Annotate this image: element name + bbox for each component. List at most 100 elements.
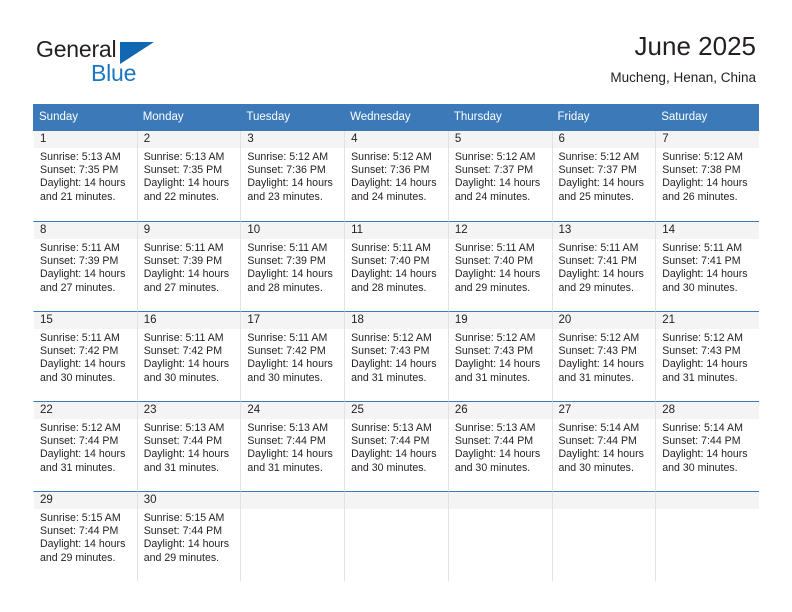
day-cell[interactable]: 21 Sunrise: 5:12 AM Sunset: 7:43 PM Dayl… [655, 311, 759, 401]
day-cell[interactable]: 27 Sunrise: 5:14 AM Sunset: 7:44 PM Dayl… [551, 401, 656, 491]
daylight-text-line2: and 29 minutes. [558, 281, 634, 294]
sunset-text: Sunset: 7:43 PM [662, 345, 741, 358]
calendar-week-row: 29 Sunrise: 5:15 AM Sunset: 7:44 PM Dayl… [33, 491, 759, 581]
day-cell[interactable]: 19 Sunrise: 5:12 AM Sunset: 7:43 PM Dayl… [447, 311, 552, 401]
sunrise-text: Sunrise: 5:12 AM [454, 151, 536, 163]
sunrise-text: Sunrise: 5:11 AM [351, 242, 431, 254]
day-number: 3 [241, 131, 345, 148]
sunset-text: Sunset: 7:44 PM [662, 435, 741, 448]
day-number: 27 [552, 402, 656, 419]
day-number [241, 492, 345, 509]
daylight-text-line2: and 30 minutes. [662, 461, 738, 474]
sunrise-text: Sunrise: 5:13 AM [143, 151, 225, 163]
calendar-header-row: Sunday Monday Tuesday Wednesday Thursday… [33, 104, 759, 131]
day-number: 24 [241, 402, 345, 419]
daylight-text-line1: Daylight: 14 hours [454, 268, 541, 281]
day-cell[interactable]: 6 Sunrise: 5:12 AM Sunset: 7:37 PM Dayli… [551, 131, 656, 221]
day-number: 22 [34, 402, 137, 419]
sunset-text: Sunset: 7:39 PM [40, 255, 119, 268]
day-number: 13 [552, 222, 656, 239]
day-cell[interactable]: 11 Sunrise: 5:11 AM Sunset: 7:40 PM Dayl… [344, 221, 448, 311]
daylight-text-line2: and 23 minutes. [247, 190, 323, 203]
daylight-text-line1: Daylight: 14 hours [40, 538, 126, 551]
calendar-page: General Blue June 2025 Mucheng, Henan, C… [0, 0, 792, 612]
sunrise-text: Sunrise: 5:11 AM [143, 242, 224, 254]
day-cell[interactable]: 25 Sunrise: 5:13 AM Sunset: 7:44 PM Dayl… [344, 401, 448, 491]
day-cell[interactable]: 29 Sunrise: 5:15 AM Sunset: 7:44 PM Dayl… [33, 491, 137, 581]
day-cell[interactable]: 4 Sunrise: 5:12 AM Sunset: 7:36 PM Dayli… [344, 131, 448, 221]
daylight-text-line2: and 31 minutes. [558, 371, 634, 384]
page-header: General Blue June 2025 Mucheng, Henan, C… [0, 0, 792, 104]
daylight-text-line1: Daylight: 14 hours [143, 448, 230, 461]
daylight-text-line1: Daylight: 14 hours [247, 448, 333, 461]
day-cell[interactable]: 2 Sunrise: 5:13 AM Sunset: 7:35 PM Dayli… [136, 131, 241, 221]
day-cell[interactable]: 22 Sunrise: 5:12 AM Sunset: 7:44 PM Dayl… [33, 401, 137, 491]
weekday-header-saturday: Saturday [655, 104, 759, 131]
calendar-week-row: 15 Sunrise: 5:11 AM Sunset: 7:42 PM Dayl… [33, 311, 759, 401]
day-cell[interactable]: 20 Sunrise: 5:12 AM Sunset: 7:43 PM Dayl… [551, 311, 656, 401]
sunrise-text: Sunrise: 5:12 AM [662, 332, 743, 344]
daylight-text-line2: and 24 minutes. [351, 190, 427, 203]
day-cell-empty [655, 491, 759, 581]
day-number: 2 [137, 131, 241, 148]
day-cell[interactable]: 5 Sunrise: 5:12 AM Sunset: 7:37 PM Dayli… [447, 131, 552, 221]
day-details: Sunrise: 5:15 AM Sunset: 7:44 PM Dayligh… [138, 509, 241, 565]
day-cell[interactable]: 18 Sunrise: 5:12 AM Sunset: 7:43 PM Dayl… [344, 311, 448, 401]
day-cell[interactable]: 17 Sunrise: 5:11 AM Sunset: 7:42 PM Dayl… [240, 311, 345, 401]
daylight-text-line2: and 31 minutes. [247, 461, 323, 474]
day-cell[interactable]: 16 Sunrise: 5:11 AM Sunset: 7:42 PM Dayl… [136, 311, 241, 401]
daylight-text-line1: Daylight: 14 hours [662, 268, 748, 281]
day-cell-empty [447, 491, 552, 581]
sunset-text: Sunset: 7:35 PM [143, 164, 223, 177]
daylight-text-line2: and 24 minutes. [454, 190, 531, 203]
daylight-text-line1: Daylight: 14 hours [558, 448, 644, 461]
day-details: Sunrise: 5:11 AM Sunset: 7:41 PM Dayligh… [656, 239, 759, 295]
daylight-text-line2: and 28 minutes. [247, 281, 323, 294]
daylight-text-line2: and 29 minutes. [143, 551, 220, 564]
sunset-text: Sunset: 7:44 PM [143, 435, 223, 448]
day-cell[interactable]: 8 Sunrise: 5:11 AM Sunset: 7:39 PM Dayli… [33, 221, 137, 311]
sunset-text: Sunset: 7:43 PM [558, 345, 637, 358]
daylight-text-line1: Daylight: 14 hours [351, 358, 437, 371]
day-cell[interactable]: 14 Sunrise: 5:11 AM Sunset: 7:41 PM Dayl… [655, 221, 759, 311]
day-details: Sunrise: 5:11 AM Sunset: 7:39 PM Dayligh… [241, 239, 344, 295]
day-cell[interactable]: 9 Sunrise: 5:11 AM Sunset: 7:39 PM Dayli… [136, 221, 241, 311]
day-details: Sunrise: 5:13 AM Sunset: 7:35 PM Dayligh… [34, 148, 137, 204]
day-cell[interactable]: 7 Sunrise: 5:12 AM Sunset: 7:38 PM Dayli… [655, 131, 759, 221]
day-details: Sunrise: 5:12 AM Sunset: 7:37 PM Dayligh… [449, 148, 552, 204]
daylight-text-line2: and 29 minutes. [40, 551, 116, 564]
day-cell[interactable]: 26 Sunrise: 5:13 AM Sunset: 7:44 PM Dayl… [447, 401, 552, 491]
sunset-text: Sunset: 7:44 PM [247, 435, 326, 448]
daylight-text-line1: Daylight: 14 hours [454, 448, 541, 461]
weekday-header-thursday: Thursday [447, 104, 552, 131]
daylight-text-line2: and 30 minutes. [40, 371, 116, 384]
sunset-text: Sunset: 7:38 PM [662, 164, 741, 177]
day-details: Sunrise: 5:11 AM Sunset: 7:42 PM Dayligh… [241, 329, 344, 385]
day-cell[interactable]: 24 Sunrise: 5:13 AM Sunset: 7:44 PM Dayl… [240, 401, 345, 491]
day-cell[interactable]: 10 Sunrise: 5:11 AM Sunset: 7:39 PM Dayl… [240, 221, 345, 311]
sunrise-text: Sunrise: 5:12 AM [351, 332, 432, 344]
day-cell[interactable]: 13 Sunrise: 5:11 AM Sunset: 7:41 PM Dayl… [551, 221, 656, 311]
day-cell[interactable]: 12 Sunrise: 5:11 AM Sunset: 7:40 PM Dayl… [447, 221, 552, 311]
sunrise-text: Sunrise: 5:11 AM [40, 332, 120, 344]
general-blue-logo[interactable]: General Blue [36, 36, 166, 86]
day-cell[interactable]: 3 Sunrise: 5:12 AM Sunset: 7:36 PM Dayli… [240, 131, 345, 221]
sunrise-text: Sunrise: 5:12 AM [662, 151, 743, 163]
day-cell[interactable]: 23 Sunrise: 5:13 AM Sunset: 7:44 PM Dayl… [136, 401, 241, 491]
sunrise-text: Sunrise: 5:13 AM [454, 422, 536, 434]
daylight-text-line2: and 26 minutes. [662, 190, 738, 203]
day-number: 10 [241, 222, 345, 239]
day-cell[interactable]: 15 Sunrise: 5:11 AM Sunset: 7:42 PM Dayl… [33, 311, 137, 401]
day-cell[interactable]: 28 Sunrise: 5:14 AM Sunset: 7:44 PM Dayl… [655, 401, 759, 491]
day-cell[interactable]: 1 Sunrise: 5:13 AM Sunset: 7:35 PM Dayli… [33, 131, 137, 221]
sunset-text: Sunset: 7:37 PM [558, 164, 637, 177]
sunrise-text: Sunrise: 5:13 AM [143, 422, 225, 434]
daylight-text-line1: Daylight: 14 hours [143, 177, 230, 190]
day-number: 4 [345, 131, 448, 148]
day-cell[interactable]: 30 Sunrise: 5:15 AM Sunset: 7:44 PM Dayl… [136, 491, 241, 581]
day-number [656, 492, 759, 509]
daylight-text-line1: Daylight: 14 hours [40, 268, 126, 281]
weekday-header-friday: Friday [551, 104, 656, 131]
daylight-text-line2: and 25 minutes. [558, 190, 634, 203]
sunrise-text: Sunrise: 5:11 AM [40, 242, 120, 254]
